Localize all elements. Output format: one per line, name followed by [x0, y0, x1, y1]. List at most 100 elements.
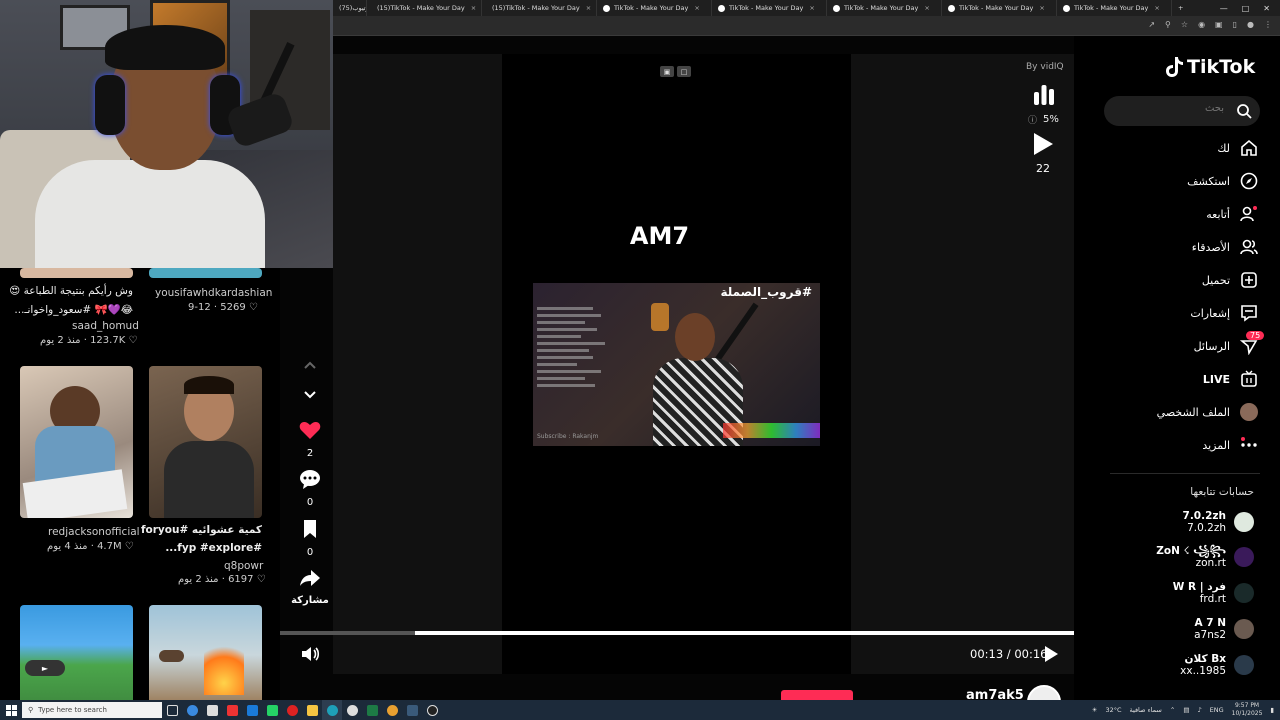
whatsapp-icon[interactable]: [262, 700, 282, 720]
feed-username[interactable]: q8powr: [224, 560, 263, 572]
profile-icon[interactable]: ●: [1247, 20, 1254, 29]
nav-label: الرسائل: [1193, 339, 1230, 353]
close-window-icon[interactable]: ✕: [1263, 4, 1270, 13]
nav-item-profile[interactable]: الملف الشخصي: [1157, 403, 1258, 421]
browser-tab[interactable]: (15)TikTok - Make Your Day ×: [367, 0, 482, 16]
nav-item-friends[interactable]: الأصدقاء: [1192, 238, 1258, 256]
speaker-icon: [302, 647, 320, 661]
comment-button[interactable]: [280, 469, 340, 492]
search-icon[interactable]: [1236, 103, 1252, 119]
feed-username[interactable]: redjacksonofficial: [48, 526, 140, 538]
tab-close-icon[interactable]: ×: [924, 4, 929, 12]
nav-item-more[interactable]: المزيد: [1202, 436, 1258, 454]
feed-caption[interactable]: 😂💜🎀 #سعود_واخوانـ...: [14, 303, 133, 316]
browser-tab[interactable]: TikTok - Make Your Day ×: [827, 0, 942, 16]
prev-video-button[interactable]: [280, 360, 340, 373]
extensions-puzzle-icon[interactable]: ▣: [1215, 20, 1223, 29]
taskbar-search[interactable]: ⚲ Type here to search: [22, 702, 162, 718]
new-tab-button[interactable]: +: [1172, 0, 1189, 16]
steam-icon[interactable]: [402, 700, 422, 720]
search-input[interactable]: [1114, 103, 1224, 114]
install-icon[interactable]: ↗: [1148, 20, 1155, 29]
weather-text: سماء صافية: [1129, 706, 1162, 714]
nav-item-upload[interactable]: تحميل: [1202, 271, 1258, 289]
followed-account[interactable]: ZoN ☇ ꧁꧂ zon.rt: [1156, 545, 1254, 569]
nav-item-explore[interactable]: استكشف: [1187, 172, 1258, 190]
copilot-icon[interactable]: [182, 700, 202, 720]
nav-item-foryou[interactable]: لك: [1217, 139, 1258, 157]
browser-tab[interactable]: TikTok - Make Your Day ×: [712, 0, 827, 16]
tray-chevron-icon[interactable]: ⌃: [1170, 706, 1175, 714]
stats-bars-icon[interactable]: [1033, 84, 1055, 110]
chrome-icon[interactable]: [342, 700, 362, 720]
feed-thumbnail[interactable]: [20, 268, 133, 278]
feed-caption[interactable]: وش رأيكم بنتيجة الطباعة 😍: [9, 285, 133, 297]
network-icon[interactable]: ▤: [1183, 706, 1189, 714]
bookmark-star-icon[interactable]: ☆: [1181, 20, 1188, 29]
minimize-icon[interactable]: —: [1220, 4, 1228, 13]
tab-close-icon[interactable]: ×: [694, 4, 699, 12]
browser-tab[interactable]: TikTok - Make Your Day ×: [1057, 0, 1172, 16]
volume-icon[interactable]: ♪: [1197, 706, 1201, 714]
menu-kebab-icon[interactable]: ⋮: [1264, 20, 1272, 29]
extension-icon[interactable]: ◉: [1198, 20, 1205, 29]
clock-date: 10/1/2025: [1231, 710, 1263, 717]
browser-tab[interactable]: TikTok - Make Your Day ×: [597, 0, 712, 16]
play-pause-button[interactable]: [1043, 645, 1059, 667]
browser-tab[interactable]: TikTok - Make Your Day ×: [942, 0, 1057, 16]
heart-outline-icon: ♡: [128, 335, 138, 346]
feed-username[interactable]: yousifawhdkardashian: [155, 287, 272, 299]
outlook-icon[interactable]: [242, 700, 262, 720]
notification-icon[interactable]: ▮: [1270, 706, 1274, 714]
search-box[interactable]: [1104, 96, 1260, 126]
feed-username[interactable]: saad_homud: [72, 320, 139, 332]
nav-item-live[interactable]: LIVE: [1203, 370, 1258, 388]
followed-account[interactable]: A 7 Na7ns2: [1194, 617, 1254, 641]
tab-close-icon[interactable]: ×: [809, 4, 814, 12]
opera-icon[interactable]: [282, 700, 302, 720]
fullscreen-icon[interactable]: □: [677, 66, 691, 77]
feed-caption[interactable]: #fyp #explore...: [165, 542, 262, 554]
tab-close-icon[interactable]: ×: [1154, 4, 1159, 12]
start-button[interactable]: [0, 700, 22, 720]
volume-button[interactable]: [300, 645, 320, 667]
zoom-icon[interactable]: ⚲: [1165, 20, 1171, 29]
pip-icon[interactable]: ▣: [660, 66, 674, 77]
next-video-button[interactable]: [280, 390, 340, 403]
excel-icon[interactable]: [362, 700, 382, 720]
maximize-icon[interactable]: □: [1242, 4, 1250, 13]
feed-thumbnail[interactable]: ►: [20, 605, 133, 700]
file-explorer-icon[interactable]: [302, 700, 322, 720]
tiktok-logo[interactable]: TikTok: [1164, 56, 1255, 78]
feed-thumbnail[interactable]: [20, 366, 133, 518]
tab-close-icon[interactable]: ×: [586, 4, 591, 12]
share-button[interactable]: [280, 569, 340, 590]
tab-close-icon[interactable]: ×: [471, 4, 476, 12]
obs-icon[interactable]: [422, 700, 442, 720]
feed-thumbnail[interactable]: [149, 268, 262, 278]
followed-account[interactable]: كلان Bx xx..1985: [1180, 653, 1254, 677]
sidebar-toggle-icon[interactable]: ▯: [1233, 20, 1237, 29]
clock[interactable]: 9:57 PM 10/1/2025: [1232, 702, 1263, 718]
like-button[interactable]: [280, 420, 340, 443]
feed-thumbnail[interactable]: [149, 366, 262, 518]
nav-item-following[interactable]: أتابعه: [1206, 205, 1258, 223]
chrome-profile-icon[interactable]: [382, 700, 402, 720]
edge-icon[interactable]: [322, 700, 342, 720]
followed-account[interactable]: W R | فرد frd.rt: [1173, 581, 1254, 605]
youtube-icon[interactable]: [222, 700, 242, 720]
language-indicator[interactable]: ENG: [1210, 706, 1224, 714]
task-view-icon[interactable]: [162, 700, 182, 720]
play-icon[interactable]: [1032, 132, 1054, 160]
tab-close-icon[interactable]: ×: [1039, 4, 1044, 12]
browser-tab[interactable]: (75)يوتيوب: [333, 0, 367, 16]
save-button[interactable]: [280, 519, 340, 542]
followed-account[interactable]: 7.0.2zh 7.0.2zh: [1183, 510, 1254, 534]
nav-item-messages[interactable]: 75 الرسائل: [1193, 331, 1265, 355]
address-bar[interactable]: [333, 16, 1280, 36]
feed-thumbnail[interactable]: [149, 605, 262, 700]
store-icon[interactable]: [202, 700, 222, 720]
feed-caption[interactable]: كمية عشوائيه #foryou: [141, 524, 262, 536]
browser-tab[interactable]: (15)TikTok - Make Your Day ×: [482, 0, 597, 16]
nav-item-notifications[interactable]: إشعارات: [1190, 304, 1258, 322]
